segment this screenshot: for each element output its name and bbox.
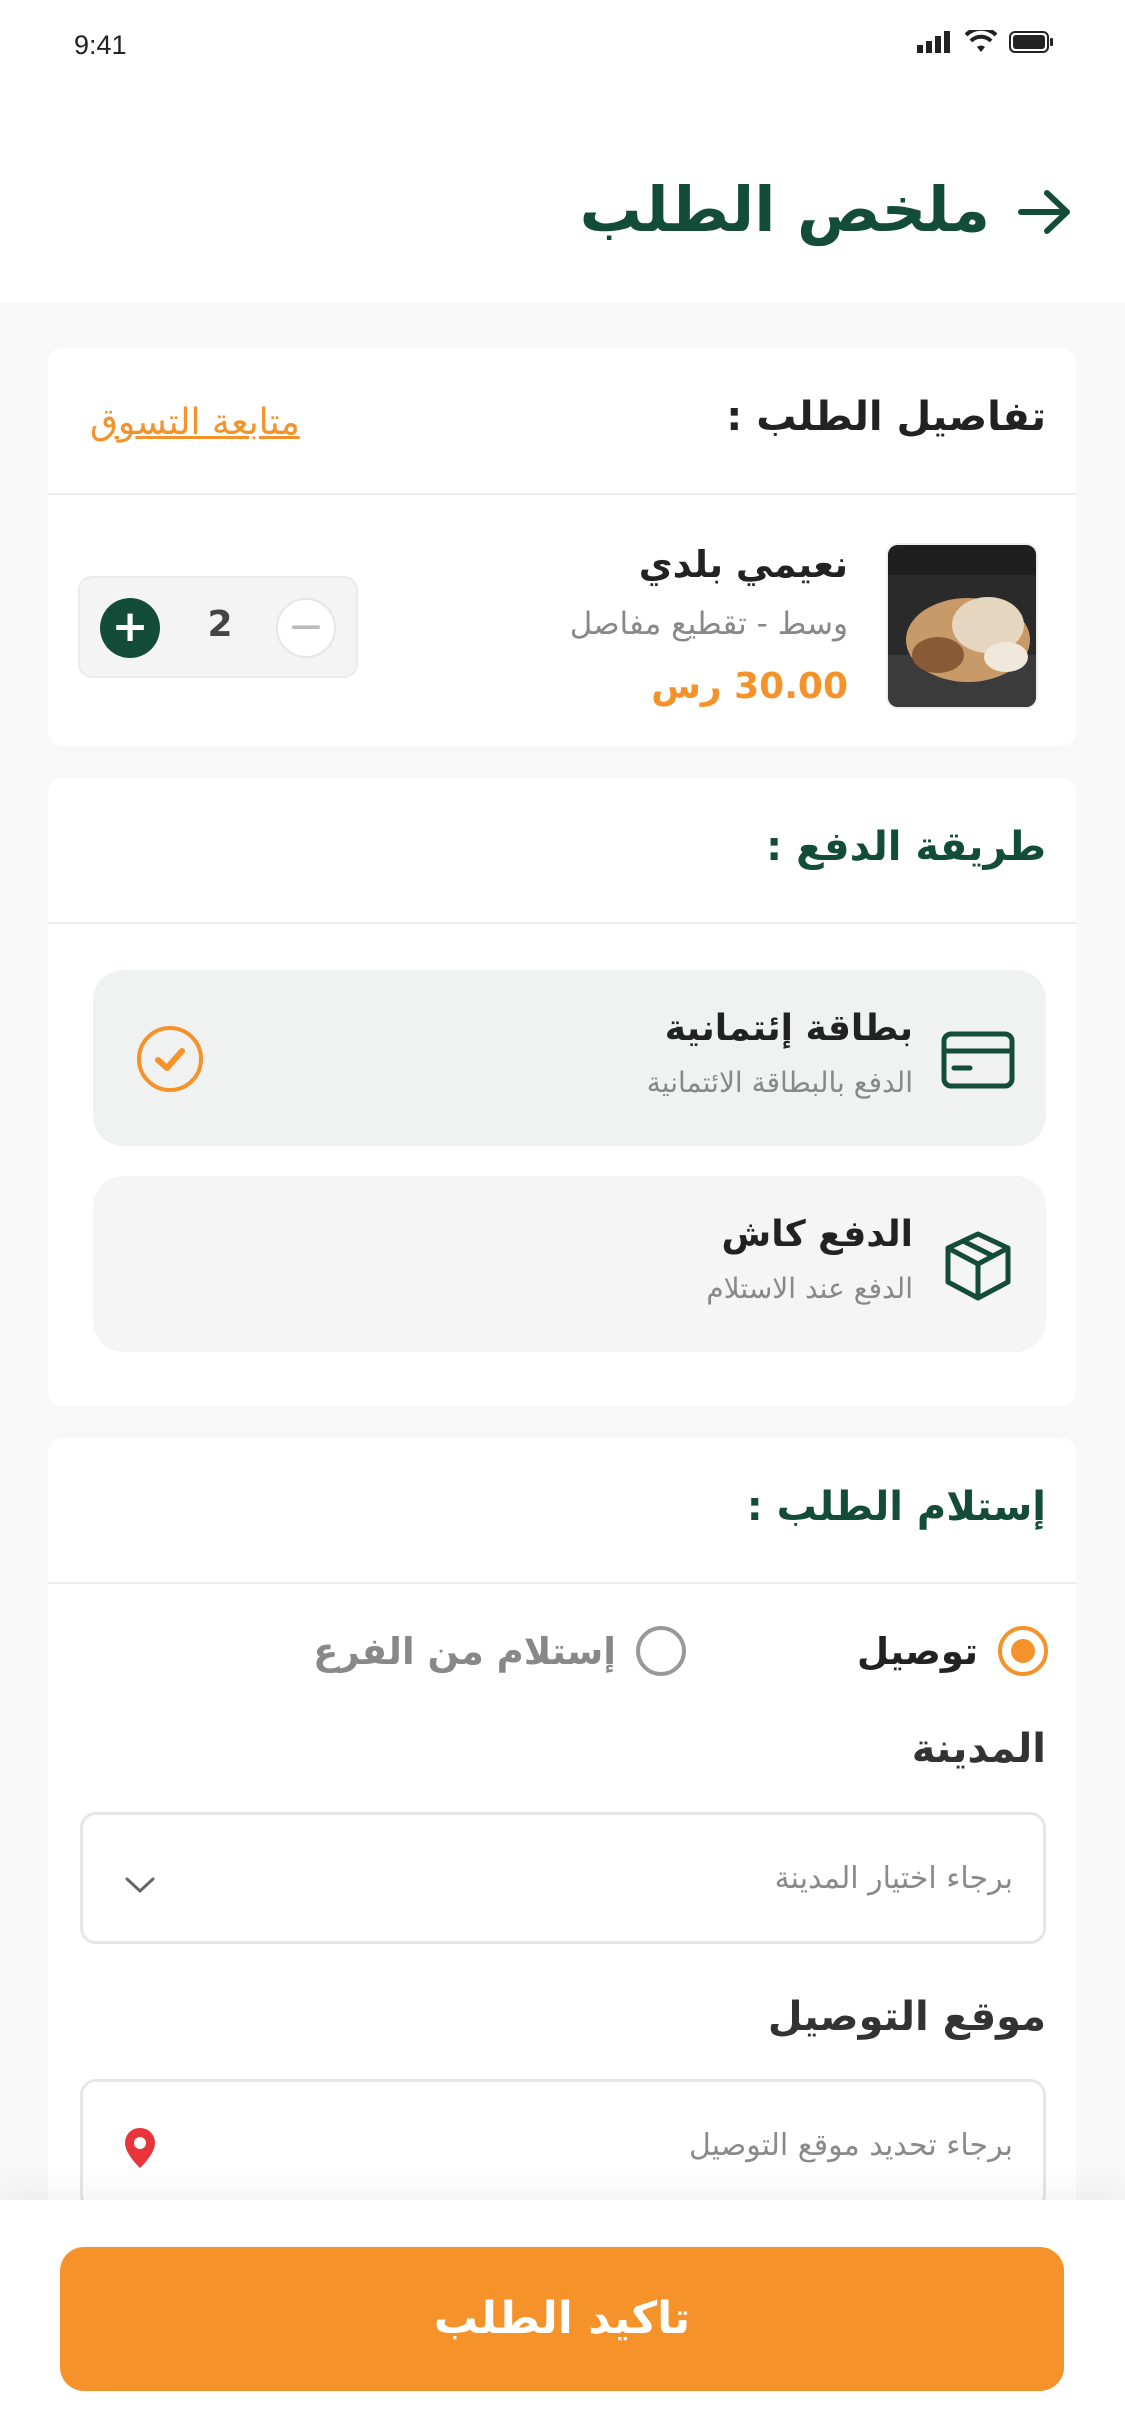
order-details-title: تفاصيل الطلب : xyxy=(726,394,1046,440)
signal-icon xyxy=(917,31,950,53)
payment-option-subtitle: الدفع بالبطاقة الائتمانية xyxy=(646,1066,913,1099)
city-select[interactable]: برجاء اختيار المدينة xyxy=(80,1812,1046,1944)
branch-pickup-label: إستلام من الفرع xyxy=(313,1629,616,1673)
status-icons xyxy=(917,30,1055,54)
chevron-down-icon xyxy=(125,1877,155,1893)
credit-card-icon xyxy=(941,1031,1015,1089)
continue-shopping-link[interactable]: متابعة التسوق xyxy=(90,402,300,443)
delivery-location-field[interactable]: برجاء تحديد موقع التوصيل xyxy=(80,2079,1046,2211)
order-details-card: تفاصيل الطلب : متابعة التسوق نعيمي بلدي … xyxy=(48,348,1076,746)
delivery-option[interactable]: توصيل xyxy=(857,1626,1048,1676)
page-title: ملخص الطلب xyxy=(579,173,990,246)
product-variant: وسط - تقطيع مفاصل xyxy=(569,606,848,642)
decrease-quantity-button[interactable]: − xyxy=(276,598,336,658)
divider xyxy=(48,1582,1076,1584)
confirm-order-button[interactable]: تاكيد الطلب xyxy=(60,2247,1064,2391)
payment-option-cash[interactable]: الدفع كاش الدفع عند الاستلام xyxy=(93,1176,1046,1352)
city-placeholder: برجاء اختيار المدينة xyxy=(774,1861,1013,1896)
divider xyxy=(48,922,1076,924)
bottom-bar: تاكيد الطلب xyxy=(0,2200,1125,2436)
payment-card: طريقة الدفع : بطاقة إئتمانية الدفع بالبط… xyxy=(48,778,1076,1406)
payment-option-title: الدفع كاش xyxy=(721,1214,913,1255)
box-icon xyxy=(945,1231,1011,1301)
battery-icon xyxy=(1009,31,1053,53)
location-pin-icon xyxy=(125,2128,155,2168)
payment-option-title: بطاقة إئتمانية xyxy=(664,1008,913,1049)
radio-unselected-icon xyxy=(636,1626,686,1676)
arrow-right-icon xyxy=(1018,190,1070,234)
payment-title: طريقة الدفع : xyxy=(766,824,1046,870)
quantity-stepper: + 2 − xyxy=(78,576,358,678)
receive-order-card: إستلام الطلب : توصيل إستلام من الفرع الم… xyxy=(48,1438,1076,2238)
status-bar: 9:41 xyxy=(0,0,1125,95)
header: ملخص الطلب xyxy=(0,95,1125,303)
selected-check-icon xyxy=(137,1026,203,1092)
quantity-value: 2 xyxy=(207,604,233,645)
city-label: المدينة xyxy=(911,1726,1046,1772)
divider xyxy=(48,493,1076,495)
product-name: نعيمي بلدي xyxy=(638,543,848,586)
status-time: 9:41 xyxy=(74,30,127,60)
location-placeholder: برجاء تحديد موقع التوصيل xyxy=(688,2128,1013,2163)
branch-pickup-option[interactable]: إستلام من الفرع xyxy=(313,1626,686,1676)
payment-option-credit-card[interactable]: بطاقة إئتمانية الدفع بالبطاقة الائتمانية xyxy=(93,970,1046,1146)
delivery-option-label: توصيل xyxy=(857,1629,978,1673)
payment-option-subtitle: الدفع عند الاستلام xyxy=(706,1272,913,1305)
wifi-icon xyxy=(965,30,997,52)
product-price: 30.00 رس xyxy=(651,666,848,707)
receive-order-title: إستلام الطلب : xyxy=(746,1484,1046,1530)
back-button[interactable] xyxy=(1015,187,1075,237)
radio-selected-icon xyxy=(998,1626,1048,1676)
increase-quantity-button[interactable]: + xyxy=(100,598,160,658)
product-image xyxy=(886,543,1038,709)
delivery-location-label: موقع التوصيل xyxy=(767,1994,1046,2040)
